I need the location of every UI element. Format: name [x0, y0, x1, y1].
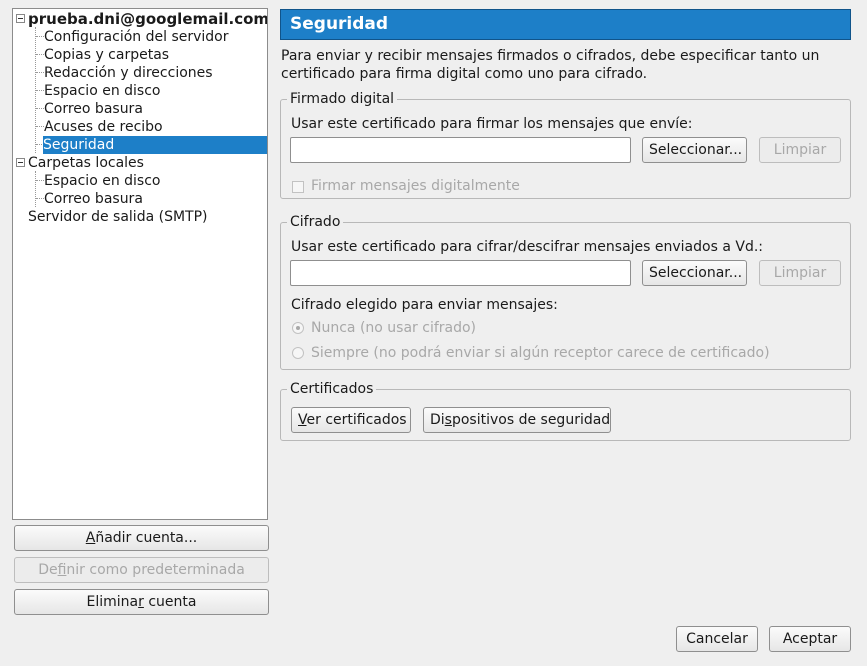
security-devices-button[interactable]: Dispositivos de seguridad [423, 407, 611, 433]
tree-line [36, 198, 44, 199]
signing-select-button[interactable]: Seleccionar... [642, 137, 747, 163]
add-account-label: ñadir cuenta... [95, 530, 198, 546]
sign-messages-label: Firmar mensajes digitalmente [311, 178, 520, 194]
encrypt-always-label: Siempre (no podrá enviar si algún recept… [311, 345, 770, 361]
tree-item-receipts[interactable]: Acuses de recibo [44, 118, 163, 136]
tree-item-disk-space[interactable]: Espacio en disco [44, 82, 160, 100]
tree-line [36, 72, 44, 73]
encrypt-always-radio[interactable] [292, 347, 304, 359]
encrypt-never-label: Nunca (no usar cifrado) [311, 320, 477, 336]
encryption-label: Usar este certificado para cifrar/descif… [291, 239, 763, 255]
accept-button[interactable]: Aceptar [769, 626, 851, 652]
encryption-cert-field[interactable] [290, 260, 631, 286]
tree-item-junk[interactable]: Correo basura [44, 100, 143, 118]
tree-item-composition[interactable]: Redacción y direcciones [44, 64, 213, 82]
tree-line [36, 36, 44, 37]
delete-account-button[interactable]: Eliminar cuenta [14, 589, 269, 615]
encryption-select-button[interactable]: Seleccionar... [642, 260, 747, 286]
tree-item-local-disk-space[interactable]: Espacio en disco [44, 172, 160, 190]
tree-account[interactable]: prueba.dni@googlemail.com [28, 10, 267, 28]
signing-cert-field[interactable] [290, 137, 631, 163]
tree-local-folders[interactable]: Carpetas locales [28, 154, 144, 172]
intro-text: Para enviar y recibir mensajes firmados … [281, 48, 820, 82]
tree-line [36, 90, 44, 91]
sign-messages-checkbox[interactable] [292, 181, 304, 193]
encryption-clear-button[interactable]: Limpiar [759, 260, 841, 286]
tree-line [36, 54, 44, 55]
tree-item-server-settings[interactable]: Configuración del servidor [44, 28, 229, 46]
account-tree[interactable]: prueba.dni@googlemail.com Configuración … [12, 8, 268, 520]
collapse-icon[interactable] [16, 14, 25, 23]
encryption-choice-label: Cifrado elegido para enviar mensajes: [291, 297, 558, 313]
signing-legend: Firmado digital [287, 90, 398, 108]
tree-smtp[interactable]: Servidor de salida (SMTP) [28, 208, 208, 226]
tree-line [36, 126, 44, 127]
tree-line [36, 108, 44, 109]
tree-item-local-junk[interactable]: Correo basura [44, 190, 143, 208]
tree-line [35, 171, 36, 207]
page-title: Seguridad [280, 9, 851, 40]
encrypt-never-radio[interactable] [292, 322, 304, 334]
tree-item-copies-folders[interactable]: Copias y carpetas [44, 46, 169, 64]
cancel-button[interactable]: Cancelar [676, 626, 758, 652]
certificates-legend: Certificados [287, 380, 377, 398]
view-certificates-button[interactable]: Ver certificados [291, 407, 411, 433]
collapse-icon[interactable] [16, 158, 25, 167]
add-account-button[interactable]: Añadir cuenta... [14, 525, 269, 551]
tree-item-security[interactable]: Seguridad [43, 136, 267, 154]
set-default-button[interactable]: Definir como predeterminada [14, 557, 269, 583]
encryption-legend: Cifrado [287, 213, 344, 231]
signing-clear-button[interactable]: Limpiar [759, 137, 841, 163]
tree-line [36, 180, 44, 181]
signing-label: Usar este certificado para firmar los me… [291, 116, 693, 132]
